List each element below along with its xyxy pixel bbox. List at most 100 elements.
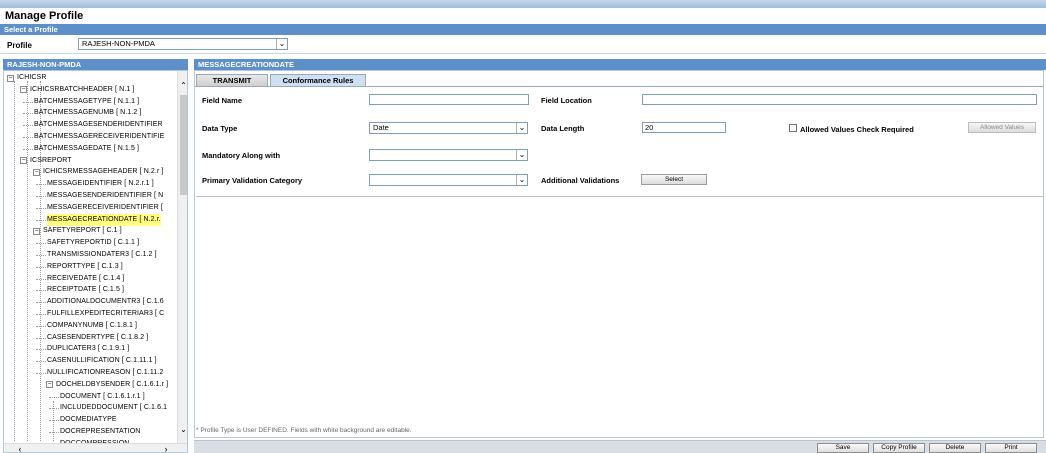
additional-validations-label: Additional Validations	[541, 176, 620, 185]
tree-item[interactable]: COMPANYNUMB [ C.1.8.1 ]	[47, 320, 137, 332]
tree-item[interactable]: BATCHMESSAGERECEIVERIDENTIFIE	[34, 131, 164, 143]
allowed-values-checkbox[interactable]	[789, 124, 797, 132]
scroll-left-icon[interactable]: ‹	[14, 444, 26, 452]
print-button[interactable]: Print	[985, 443, 1037, 453]
tree-item[interactable]: TRANSMISSIONDATER3 [ C.1.2 ]	[47, 249, 157, 261]
tree-connector	[36, 302, 46, 304]
primary-validation-category-label: Primary Validation Category	[202, 176, 303, 185]
data-length-label: Data Length	[541, 124, 585, 133]
tree-connector	[36, 314, 46, 315]
data-length-input[interactable]: 20	[642, 122, 726, 133]
detail-header: MESSAGECREATIONDATE	[194, 59, 1046, 70]
tab-conformance-rules[interactable]: Conformance Rules	[270, 74, 366, 86]
select-button[interactable]: Select	[641, 174, 707, 185]
tree-item[interactable]: MESSAGEIDENTIFIER [ N.2.r.1 ]	[47, 178, 154, 190]
tree-item[interactable]: ICHICSRBATCHHEADER [ N.1 ]	[30, 84, 134, 96]
field-name-input[interactable]	[369, 94, 529, 105]
chevron-down-icon[interactable]: ⌄	[516, 175, 527, 185]
tree-connector	[23, 113, 33, 115]
mandatory-along-with-label: Mandatory Along with	[202, 151, 281, 160]
profile-select-value: RAJESH-NON-PMDA	[82, 39, 155, 48]
chevron-down-icon[interactable]: ⌄	[516, 123, 527, 133]
tree-expand-icon[interactable]: −	[33, 168, 40, 176]
tree-connector	[36, 184, 46, 186]
tree-connector	[36, 207, 46, 209]
tree-item[interactable]: CASESENDERTYPE [ C.1.8.2 ]	[47, 332, 148, 344]
tree-item[interactable]: DOCHELDBYSENDER [ C.1.6.1.r ]	[56, 379, 168, 391]
tree-connector	[36, 361, 46, 363]
chevron-down-icon[interactable]: ⌄	[516, 150, 527, 160]
tree-item[interactable]: ICHICSR	[17, 72, 46, 84]
primary-validation-category-select[interactable]: ⌄	[369, 174, 528, 186]
tree-connector	[36, 243, 46, 245]
allowed-values-button[interactable]: Allowed Values	[968, 122, 1036, 133]
tree-connector	[49, 432, 59, 433]
tree-connector	[49, 420, 59, 422]
tree-item[interactable]: SAFETYREPORT [ C.1 ]	[43, 225, 122, 237]
tree-guide-line	[14, 81, 15, 441]
save-button[interactable]: Save	[817, 443, 869, 453]
tree-item[interactable]: ADDITIONALDOCUMENTR3 [ C.1.6	[47, 296, 164, 308]
tree-horizontal-scrollbar[interactable]: ‹ ›	[4, 443, 187, 452]
data-type-select[interactable]: Date ⌄	[369, 122, 528, 134]
tree-item[interactable]: SAFETYREPORTID [ C.1.1 ]	[47, 237, 139, 249]
tree-vertical-scrollbar[interactable]: ⌃ ⌄	[177, 71, 187, 443]
tree-item[interactable]: BATCHMESSAGEDATE [ N.1.5 ]	[34, 143, 139, 155]
tree-connector	[49, 396, 59, 398]
tab-transmit[interactable]: TRANSMIT	[196, 74, 268, 86]
mandatory-along-with-select[interactable]: ⌄	[369, 149, 528, 161]
tree-item[interactable]: DUPLICATER3 [ C.1.9.1 ]	[47, 343, 129, 355]
data-type-label: Data Type	[202, 124, 238, 133]
field-location-label: Field Location	[541, 96, 592, 105]
tree-connector	[23, 101, 33, 103]
tree-item-selected[interactable]: MESSAGECREATIONDATE [ N.2.r.	[47, 213, 161, 226]
tree-connector	[36, 196, 46, 197]
tree-expand-icon[interactable]: −	[46, 381, 53, 389]
profile-label: Profile	[7, 41, 32, 50]
chevron-down-icon[interactable]: ⌄	[276, 39, 287, 49]
tree-connector	[23, 137, 33, 138]
field-location-input[interactable]	[642, 94, 1037, 105]
delete-button[interactable]: Delete	[929, 443, 981, 453]
tree-connector	[36, 290, 46, 292]
scroll-down-icon[interactable]: ⌄	[178, 425, 187, 435]
data-type-value: Date	[373, 123, 389, 132]
tree-item[interactable]: MESSAGERECEIVERIDENTIFIER [	[47, 202, 163, 214]
tree-header: RAJESH-NON-PMDA	[3, 59, 188, 70]
profile-select[interactable]: RAJESH-NON-PMDA ⌄	[78, 38, 288, 50]
tree-item[interactable]: BATCHMESSAGENUMB [ N.1.2 ]	[34, 107, 142, 119]
copy-profile-button[interactable]: Copy Profile	[873, 443, 925, 453]
tree-guide-line	[27, 81, 28, 441]
tree-connector	[36, 278, 46, 280]
tree-item[interactable]: MESSAGESENDERIDENTIFIER [ N	[47, 190, 163, 202]
tree-item[interactable]: REPORTTYPE [ C.1.3 ]	[47, 261, 123, 273]
scroll-up-icon[interactable]: ⌃	[178, 81, 187, 91]
tree-expand-icon[interactable]: −	[20, 157, 27, 165]
tree-expand-icon[interactable]: −	[20, 86, 27, 94]
tree-item[interactable]: DOCREPRESENTATION	[60, 426, 140, 438]
tree-connector	[23, 125, 33, 127]
tree-item[interactable]: NULLIFICATIONREASON [ C.1.11.2	[47, 367, 163, 379]
tree-item[interactable]: ICSREPORT	[30, 155, 72, 167]
scroll-right-icon[interactable]: ›	[160, 444, 172, 452]
field-name-label: Field Name	[202, 96, 243, 105]
tree-expand-icon[interactable]: −	[33, 227, 40, 235]
scroll-thumb[interactable]	[180, 95, 187, 195]
tree-item[interactable]: RECEIPTDATE [ C.1.5 ]	[47, 284, 124, 296]
tree-item[interactable]: ICHICSRMESSAGEHEADER [ N.2.r ]	[43, 166, 163, 178]
page-title: Manage Profile	[5, 10, 84, 22]
tree-connector	[36, 349, 46, 351]
tree-connector	[36, 337, 46, 339]
allowed-values-check-label: Allowed Values Check Required	[800, 125, 914, 134]
tree-item[interactable]: FULFILLEXPEDITECRITERIAR3 [ C	[47, 308, 164, 320]
tree-connector	[36, 373, 46, 374]
tree-item[interactable]: DOCMEDIATYPE	[60, 414, 117, 426]
tree-item[interactable]: RECEIVEDATE [ C.1.4 ]	[47, 273, 124, 285]
tree-item[interactable]: BATCHMESSAGESENDERIDENTIFIER	[34, 119, 163, 131]
tree-item[interactable]: DOCUMENT [ C.1.6.1.r.1 ]	[60, 391, 145, 403]
tree-item[interactable]: BATCHMESSAGETYPE [ N.1.1 ]	[34, 96, 139, 108]
tree-item[interactable]: CASENULLIFICATION [ C.1.11.1 ]	[47, 355, 157, 367]
profile-tree: − ICHICSR − ICHICSRBATCHHEADER [ N.1 ] BATCH…	[4, 71, 176, 443]
tree-item[interactable]: INCLUDEDDOCUMENT [ C.1.6.1	[60, 402, 167, 414]
tree-expand-icon[interactable]: −	[7, 74, 14, 82]
